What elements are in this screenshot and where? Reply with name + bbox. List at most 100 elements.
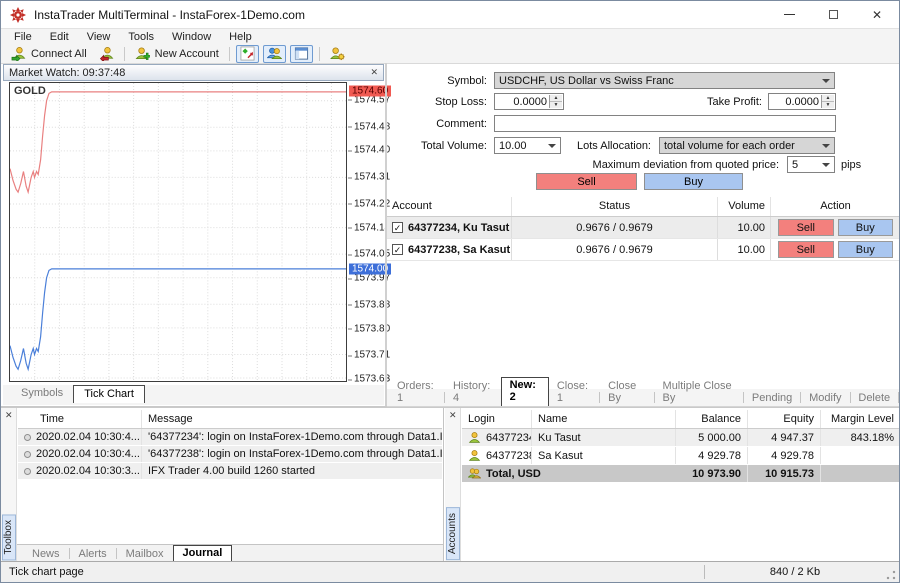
- chevron-down-icon: [822, 163, 830, 167]
- menu-edit[interactable]: Edit: [41, 31, 78, 43]
- tab-close-by[interactable]: Close By: [600, 379, 654, 406]
- balance-cell: 4 929.78: [676, 447, 748, 464]
- disconnect-all-button[interactable]: [93, 45, 120, 63]
- take-profit-stepper[interactable]: ▲▼: [821, 95, 834, 108]
- tab-close[interactable]: Close: 1: [549, 379, 599, 406]
- tab-mailbox[interactable]: Mailbox: [117, 547, 173, 562]
- connect-all-label: Connect All: [31, 48, 87, 60]
- menu-tools[interactable]: Tools: [119, 31, 163, 43]
- account-checkbox[interactable]: [392, 222, 403, 233]
- tab-news[interactable]: News: [23, 547, 69, 562]
- connect-all-button[interactable]: Connect All: [5, 45, 93, 63]
- layout-toggle-button[interactable]: [290, 45, 313, 63]
- menu-help[interactable]: Help: [220, 31, 261, 43]
- order-accounts-grid: Account Status Volume Action 64377234, K…: [387, 197, 900, 261]
- new-account-button[interactable]: New Account: [129, 45, 225, 63]
- toolbar: Connect All New Account: [1, 44, 899, 64]
- app-window: InstaTrader MultiTerminal - InstaForex-1…: [0, 0, 900, 583]
- status-cell: 0.9676 / 0.9679: [512, 239, 718, 260]
- account-row[interactable]: 64377238 Sa Kasut 4 929.78 4 929.78: [462, 447, 900, 465]
- sell-all-button[interactable]: Sell: [536, 173, 637, 190]
- menu-view[interactable]: View: [78, 31, 120, 43]
- maximize-button[interactable]: [813, 1, 853, 28]
- toolbox-vertical-tab[interactable]: Toolbox: [2, 514, 16, 560]
- col-volume: Volume: [718, 197, 771, 216]
- journal-header: Time Message: [18, 410, 442, 429]
- minimize-button[interactable]: [769, 1, 809, 28]
- tab-modify[interactable]: Modify: [801, 391, 849, 406]
- deviation-select[interactable]: 5: [787, 156, 835, 173]
- disconnect-all-icon: [99, 46, 114, 61]
- order-grid-row[interactable]: 64377238, Sa Kasut 0.9676 / 0.9679 10.00…: [387, 239, 900, 261]
- equity-cell: 4 947.37: [748, 429, 821, 446]
- layout-panel-icon: [294, 46, 309, 61]
- journal-row[interactable]: 2020.02.04 10:30:3... IFX Trader 4.00 bu…: [18, 463, 442, 480]
- market-watch-title: Market Watch: 09:37:48: [9, 67, 370, 79]
- accounts-table: Login Name Balance Equity Margin Level 6…: [462, 410, 900, 483]
- market-watch-toggle-button[interactable]: [236, 45, 259, 63]
- comment-input[interactable]: [494, 115, 836, 132]
- accounts-toggle-button[interactable]: [263, 45, 286, 63]
- deviation-value: 5: [792, 159, 798, 171]
- message-cell: '64377234': login on InstaForex-1Demo.co…: [142, 429, 442, 445]
- account-checkbox[interactable]: [392, 244, 403, 255]
- take-profit-input[interactable]: 0.0000 ▲▼: [768, 93, 836, 110]
- tab-orders[interactable]: Orders: 1: [389, 379, 444, 406]
- journal-row[interactable]: 2020.02.04 10:30:4... '64377234': login …: [18, 429, 442, 446]
- login-cell: 64377238: [462, 447, 532, 464]
- action-cell: Sell Buy: [771, 239, 900, 260]
- deviation-unit-label: pips: [841, 159, 871, 171]
- row-buy-button[interactable]: Buy: [838, 241, 894, 258]
- menu-bar: File Edit View Tools Window Help: [1, 29, 899, 44]
- col-status: Status: [512, 197, 718, 216]
- time-cell: 2020.02.04 10:30:4...: [18, 446, 142, 462]
- total-volume-value: 10.00: [499, 140, 527, 152]
- resize-grip[interactable]: [885, 569, 897, 581]
- accounts-total-row: Total, USD 10 973.90 10 915.73: [462, 465, 900, 483]
- menu-window[interactable]: Window: [163, 31, 220, 43]
- time-cell: 2020.02.04 10:30:3...: [18, 463, 142, 479]
- menu-file[interactable]: File: [5, 31, 41, 43]
- symbol-select[interactable]: USDCHF, US Dollar vs Swiss Franc: [494, 72, 835, 89]
- toolbox-close-icon[interactable]: ✕: [5, 410, 13, 421]
- close-button[interactable]: ✕: [857, 1, 897, 28]
- tab-journal[interactable]: Journal: [173, 545, 233, 562]
- tab-symbols[interactable]: Symbols: [11, 385, 73, 402]
- total-margin-cell: [821, 465, 900, 482]
- stop-loss-stepper[interactable]: ▲▼: [549, 95, 562, 108]
- log-entry-icon: [24, 451, 31, 458]
- status-bar: Tick chart page 840 / 2 Kb: [1, 561, 899, 582]
- tab-tick-chart[interactable]: Tick Chart: [73, 385, 145, 403]
- col-name: Name: [532, 410, 676, 428]
- row-sell-button[interactable]: Sell: [778, 241, 834, 258]
- account-icon: [468, 431, 481, 444]
- tab-history[interactable]: History: 4: [445, 379, 501, 406]
- lots-allocation-select[interactable]: total volume for each order: [659, 137, 835, 154]
- buy-all-button[interactable]: Buy: [644, 173, 743, 190]
- account-settings-button[interactable]: [324, 45, 351, 63]
- stop-loss-input[interactable]: 0.0000 ▲▼: [494, 93, 564, 110]
- account-row[interactable]: 64377234 Ku Tasut 5 000.00 4 947.37 843.…: [462, 429, 900, 447]
- status-cell: 0.9676 / 0.9679: [512, 217, 718, 238]
- deviation-label: Maximum deviation from quoted price:: [519, 159, 779, 171]
- status-text: Tick chart page: [1, 566, 704, 578]
- col-balance: Balance: [676, 410, 748, 428]
- spin-down-icon: ▼: [822, 101, 834, 108]
- total-accounts-icon: [468, 467, 481, 480]
- order-grid-row[interactable]: 64377234, Ku Tasut 0.9676 / 0.9679 10.00…: [387, 217, 900, 239]
- row-buy-button[interactable]: Buy: [838, 219, 894, 236]
- row-sell-button[interactable]: Sell: [778, 219, 834, 236]
- accounts-close-icon[interactable]: ✕: [449, 410, 457, 421]
- tab-pending[interactable]: Pending: [744, 391, 800, 406]
- market-watch-icon: [240, 46, 255, 61]
- journal-row[interactable]: 2020.02.04 10:30:4... '64377238': login …: [18, 446, 442, 463]
- tab-alerts[interactable]: Alerts: [70, 547, 116, 562]
- tab-multiple-close-by[interactable]: Multiple Close By: [655, 379, 743, 406]
- col-action: Action: [771, 197, 900, 216]
- symbol-value: USDCHF, US Dollar vs Swiss Franc: [499, 75, 674, 87]
- accounts-vertical-tab[interactable]: Accounts: [446, 507, 460, 560]
- comment-label: Comment:: [367, 118, 487, 130]
- tab-delete[interactable]: Delete: [850, 391, 898, 406]
- tick-chart[interactable]: GOLD: [9, 82, 347, 382]
- tab-new[interactable]: New: 2: [501, 377, 549, 406]
